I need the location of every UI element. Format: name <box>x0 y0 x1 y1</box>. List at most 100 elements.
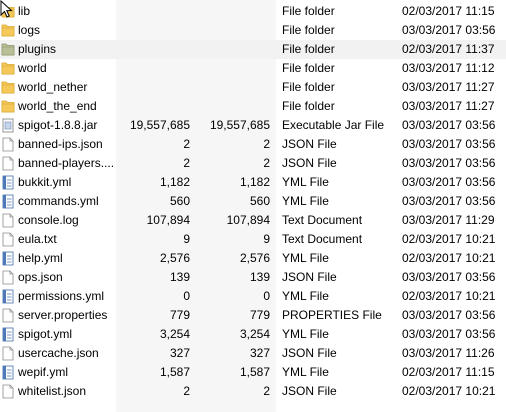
file-size-on-disk: 2,576 <box>239 251 270 265</box>
file-size-on-disk: 560 <box>249 194 270 208</box>
file-date-modified: 03/03/2017 11:29 <box>402 213 495 227</box>
folder-icon <box>1 42 15 57</box>
file-row[interactable]: logs File folder 03/03/2017 03:56 <box>0 21 506 40</box>
file-row[interactable]: banned-players.... 2 2 JSON File 03/03/2017 … <box>0 154 506 173</box>
file-row[interactable]: console.log 107,894 107,894 Text Document 03… <box>0 211 506 230</box>
file-row[interactable]: plugins File folder 02/03/2017 11:37 <box>0 40 506 59</box>
file-row[interactable]: world_the_end File folder 03/03/2017 11:27 <box>0 97 506 116</box>
file-type: File folder <box>282 23 335 37</box>
file-size <box>116 59 190 78</box>
file-date-modified: 02/03/2017 10:21 <box>402 251 496 265</box>
file-size <box>116 2 190 21</box>
file-row[interactable]: wepif.yml 1,587 1,587 YML File 02/03/2017 11… <box>0 363 506 382</box>
folder-icon <box>1 99 15 114</box>
file-type: YML File <box>282 365 329 379</box>
file-row[interactable]: spigot-1.8.8.jar 19,557,685 19,557,685 Exec… <box>0 116 506 135</box>
file-row[interactable]: usercache.json 327 327 JSON File 03/03/2017 … <box>0 344 506 363</box>
file-size: 3,254 <box>159 327 190 341</box>
file-size: 779 <box>169 308 190 322</box>
file-type: JSON File <box>282 270 337 284</box>
file-row[interactable]: permissions.yml 0 0 YML File 02/03/2017 10:2… <box>0 287 506 306</box>
file-type: YML File <box>282 251 329 265</box>
file-row[interactable]: help.yml 2,576 2,576 YML File 02/03/2017 10:… <box>0 249 506 268</box>
file-size: 2,576 <box>159 251 190 265</box>
file-size: 327 <box>169 346 190 360</box>
file-row[interactable]: ops.json 139 139 JSON File 03/03/2017 03:56 <box>0 268 506 287</box>
file-row[interactable]: world File folder 03/03/2017 11:12 <box>0 59 506 78</box>
file-date-modified: 02/03/2017 11:15 <box>402 4 495 18</box>
file-size: 9 <box>183 232 190 246</box>
folder-icon <box>1 23 15 38</box>
file-name: plugins <box>18 42 57 56</box>
file-date-modified: 02/03/2017 11:37 <box>402 42 495 56</box>
file-type: YML File <box>282 194 329 208</box>
file-name: permissions.yml <box>18 289 105 303</box>
yml-icon <box>1 365 15 380</box>
file-type: YML File <box>282 289 329 303</box>
file-type: JSON File <box>282 137 337 151</box>
file-size-on-disk <box>192 78 270 97</box>
file-icon <box>1 346 15 361</box>
file-date-modified: 03/03/2017 11:27 <box>402 80 495 94</box>
file-size-on-disk: 1,182 <box>239 175 270 189</box>
file-size: 0 <box>183 289 190 303</box>
file-type: File folder <box>282 4 335 18</box>
file-icon <box>1 137 15 152</box>
file-size: 107,894 <box>146 213 190 227</box>
file-date-modified: 03/03/2017 11:27 <box>402 99 495 113</box>
file-date-modified: 03/03/2017 03:56 <box>402 137 496 151</box>
file-name: spigot.yml <box>18 327 73 341</box>
file-size-on-disk: 2 <box>263 156 270 170</box>
file-date-modified: 03/03/2017 03:56 <box>402 308 496 322</box>
file-row[interactable]: world_nether File folder 03/03/2017 11:27 <box>0 78 506 97</box>
file-name: lib <box>18 4 31 18</box>
file-name: wepif.yml <box>18 365 69 379</box>
file-date-modified: 02/03/2017 10:21 <box>402 232 496 246</box>
file-icon <box>1 213 15 228</box>
file-size <box>116 97 190 116</box>
file-row[interactable]: banned-ips.json 2 2 JSON File 03/03/2017 03:… <box>0 135 506 154</box>
file-type: PROPERTIES File <box>282 308 382 322</box>
file-date-modified: 02/03/2017 10:21 <box>402 384 496 398</box>
yml-icon <box>1 194 15 209</box>
file-row[interactable]: eula.txt 9 9 Text Document 02/03/2017 10:21 <box>0 230 506 249</box>
file-icon <box>1 308 15 323</box>
file-type: File folder <box>282 99 335 113</box>
file-name: world_nether <box>18 80 88 94</box>
file-row[interactable]: commands.yml 560 560 YML File 03/03/2017 03:… <box>0 192 506 211</box>
file-size-on-disk: 779 <box>249 308 270 322</box>
file-name: commands.yml <box>18 194 99 208</box>
file-row[interactable]: spigot.yml 3,254 3,254 YML File 03/03/2017 0… <box>0 325 506 344</box>
file-type: JSON File <box>282 384 337 398</box>
file-size: 19,557,685 <box>129 118 190 132</box>
file-icon <box>1 156 15 171</box>
file-icon <box>1 232 15 247</box>
file-name: whitelist.json <box>18 384 87 398</box>
yml-icon <box>1 289 15 304</box>
file-size-on-disk: 0 <box>263 289 270 303</box>
file-date-modified: 03/03/2017 03:56 <box>402 270 496 284</box>
file-date-modified: 02/03/2017 10:21 <box>402 289 496 303</box>
file-size-on-disk: 327 <box>249 346 270 360</box>
file-type: Text Document <box>282 213 363 227</box>
file-size-on-disk <box>192 40 270 59</box>
yml-icon <box>1 175 15 190</box>
file-type: YML File <box>282 175 329 189</box>
yml-icon <box>1 327 15 342</box>
file-row[interactable]: whitelist.json 2 2 JSON File 02/03/2017 10:2… <box>0 382 506 401</box>
jar-icon <box>1 118 15 133</box>
file-date-modified: 03/03/2017 03:56 <box>402 327 496 341</box>
file-name: help.yml <box>18 251 63 265</box>
file-type: JSON File <box>282 346 337 360</box>
file-size: 1,182 <box>159 175 190 189</box>
file-size <box>116 40 190 59</box>
file-size: 2 <box>183 137 190 151</box>
file-size-on-disk: 139 <box>249 270 270 284</box>
file-date-modified: 02/03/2017 11:15 <box>402 365 495 379</box>
file-row[interactable]: lib File folder 02/03/2017 11:15 <box>0 2 506 21</box>
yml-icon <box>1 251 15 266</box>
file-name: bukkit.yml <box>18 175 72 189</box>
file-row[interactable]: server.properties 779 779 PROPERTIES File 03… <box>0 306 506 325</box>
file-name: server.properties <box>18 308 108 322</box>
file-row[interactable]: bukkit.yml 1,182 1,182 YML File 03/03/2017 0… <box>0 173 506 192</box>
